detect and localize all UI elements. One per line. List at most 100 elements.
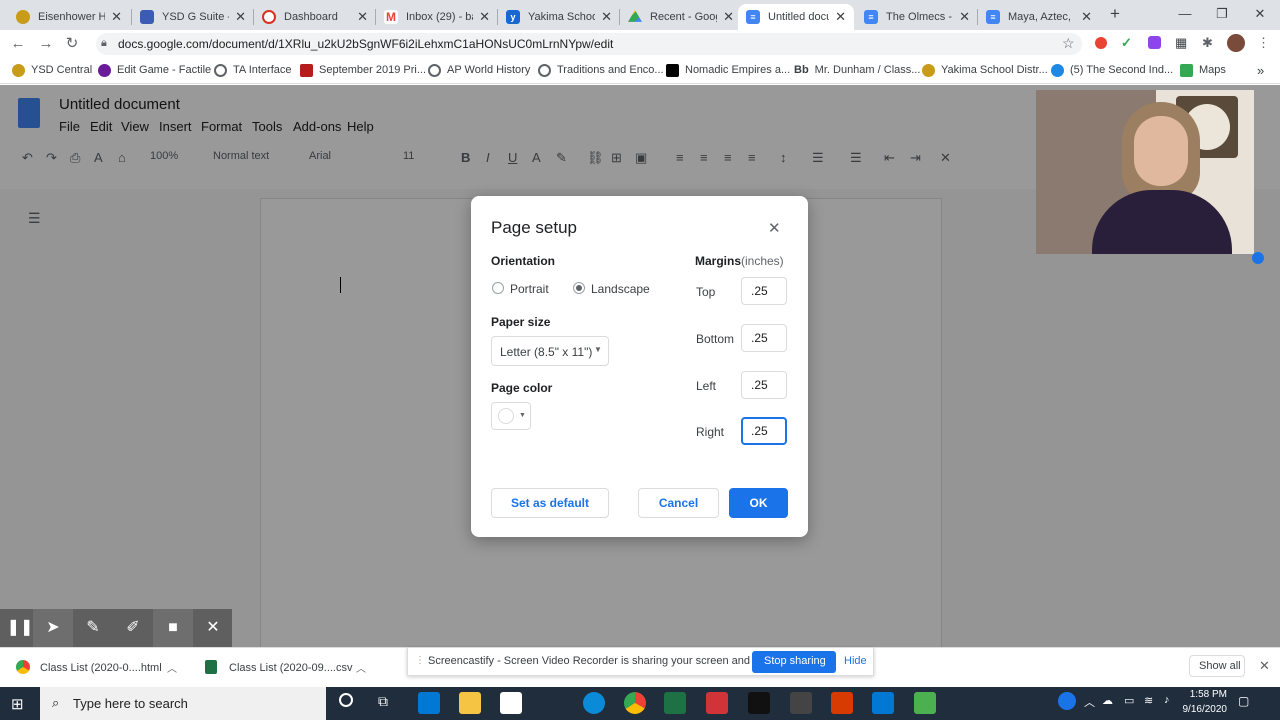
bookmark-item[interactable]: AP World History [428, 63, 530, 77]
settings-app-icon[interactable] [790, 692, 812, 714]
tray-chevron-icon[interactable]: ︿ [1084, 694, 1095, 710]
cortana-icon[interactable] [339, 693, 353, 707]
hide-button[interactable]: Hide [844, 655, 867, 667]
bookmark-item[interactable]: Maps [1180, 63, 1226, 77]
slides-icon: ≡ [864, 10, 878, 24]
left-margin-input[interactable]: .25 [741, 371, 787, 399]
app-icon[interactable] [914, 692, 936, 714]
top-margin-input[interactable]: .25 [741, 277, 787, 305]
bookmark-item[interactable]: YSD Central [12, 63, 92, 77]
bookmark-item[interactable]: Bb Mr. Dunham / Class... [794, 63, 920, 77]
minimize-button[interactable]: — [1170, 4, 1200, 24]
browser-tab[interactable]: Recent - Googl ✕ [620, 4, 742, 30]
show-all-label[interactable]: Show all [1199, 660, 1241, 672]
bookmark-item[interactable]: Traditions and Enco... [538, 63, 664, 77]
url-text[interactable]: docs.google.com/document/d/1XRlu_u2kU2bS… [118, 37, 613, 51]
camera-icon[interactable]: ■ [153, 609, 193, 647]
download-item[interactable]: Class List (2020-0....html [40, 662, 162, 674]
portrait-label[interactable]: Portrait [510, 282, 549, 296]
onedrive-icon[interactable]: ☁ [1102, 694, 1113, 707]
chevron-up-icon[interactable]: ︿ [356, 660, 366, 675]
puzzle-icon[interactable]: ✱ [1202, 35, 1213, 51]
tab-close-icon[interactable]: ✕ [601, 9, 612, 25]
excel-icon[interactable] [664, 692, 686, 714]
extension-icon[interactable] [1148, 36, 1161, 49]
download-item[interactable]: Class List (2020-09....csv [229, 662, 353, 674]
browser-tab[interactable]: Dashboard ✕ [254, 4, 376, 30]
close-toolbar-icon[interactable]: ✕ [193, 609, 233, 647]
bottom-margin-input[interactable]: .25 [741, 324, 787, 352]
bookmark-item[interactable]: (5) The Second Ind... [1051, 63, 1173, 77]
browser-tab[interactable]: ≡ The Olmecs - G ✕ [856, 4, 978, 30]
grid-extension-icon[interactable]: ▦ [1175, 35, 1187, 51]
file-explorer-icon[interactable] [459, 692, 481, 714]
notifications-icon[interactable]: ▢ [1238, 694, 1249, 708]
stop-sharing-label[interactable]: Stop sharing [764, 655, 826, 667]
bookmark-item[interactable]: Edit Game - Factile [98, 63, 211, 77]
more-bookmarks-icon[interactable]: » [1257, 63, 1264, 78]
close-icon[interactable]: ✕ [768, 219, 781, 237]
browser-tab[interactable]: Eisenhower Hig ✕ [8, 4, 130, 30]
task-view-icon[interactable]: ⧉ [378, 693, 388, 710]
office-icon[interactable] [831, 692, 853, 714]
extension-icon[interactable] [1095, 37, 1107, 49]
star-icon[interactable]: ☆ [1062, 35, 1075, 52]
cursor-icon[interactable]: ➤ [33, 609, 73, 647]
pen-icon[interactable]: ✎ [73, 609, 113, 647]
tab-title: Recent - Googl [650, 11, 718, 23]
windows-start-icon[interactable]: ⊞ [11, 695, 24, 713]
acrobat-icon[interactable] [706, 692, 728, 714]
edge-icon[interactable] [583, 692, 605, 714]
bookmark-item[interactable]: Nomadic Empires a... [666, 63, 790, 77]
tab-close-icon[interactable]: ✕ [959, 9, 970, 25]
taskbar-search-placeholder[interactable]: Type here to search [73, 696, 188, 711]
globe-icon [428, 63, 441, 77]
clock-time[interactable]: 1:58 PM [1187, 689, 1227, 700]
wifi-icon[interactable]: ≋ [1144, 694, 1153, 707]
check-extension-icon[interactable]: ✓ [1121, 35, 1132, 51]
set-as-default-button[interactable]: Set as default [491, 488, 609, 518]
browser-tab[interactable]: y Yakima School ✕ [498, 4, 620, 30]
tab-close-icon[interactable]: ✕ [1081, 9, 1092, 25]
window-close-button[interactable]: ✕ [1245, 4, 1275, 24]
browser-tab-active[interactable]: ≡ Untitled docum ✕ [738, 4, 854, 30]
publisher-icon[interactable] [872, 692, 894, 714]
clock-date[interactable]: 9/16/2020 [1181, 704, 1228, 715]
amazon-app-icon[interactable] [500, 692, 522, 714]
browser-tab[interactable]: M Inbox (29) - ba ✕ [376, 4, 498, 30]
landscape-label[interactable]: Landscape [591, 282, 650, 296]
netflix-icon[interactable] [748, 692, 770, 714]
landscape-radio[interactable] [573, 282, 585, 294]
menu-kebab-icon[interactable]: ⋮ [1257, 35, 1270, 51]
help-icon[interactable] [1058, 692, 1076, 710]
bookmark-item[interactable]: Yakima School Distr... [922, 63, 1048, 77]
profile-avatar[interactable] [1227, 34, 1245, 52]
tab-close-icon[interactable]: ✕ [235, 9, 246, 25]
tab-close-icon[interactable]: ✕ [835, 9, 846, 25]
volume-icon[interactable]: ♪ [1164, 694, 1170, 706]
new-tab-button[interactable]: + [1100, 4, 1130, 24]
chrome-icon[interactable] [624, 692, 646, 714]
tab-close-icon[interactable]: ✕ [723, 9, 734, 25]
close-downloads-icon[interactable]: ✕ [1259, 658, 1270, 674]
bookmark-item[interactable]: September 2019 Pri... [300, 63, 426, 77]
mail-app-icon[interactable] [418, 692, 440, 714]
browser-tab[interactable]: YSD G Suite - H ✕ [132, 4, 254, 30]
back-icon[interactable]: ← [8, 34, 28, 54]
tab-close-icon[interactable]: ✕ [111, 9, 122, 25]
bookmark-item[interactable]: TA Interface [214, 63, 292, 77]
chevron-up-icon[interactable]: ︿ [167, 660, 177, 675]
portrait-radio[interactable] [492, 282, 504, 294]
reload-icon[interactable]: ↻ [62, 34, 82, 54]
right-margin-input[interactable]: .25 [741, 417, 787, 445]
forward-icon[interactable]: → [36, 34, 56, 54]
browser-tab[interactable]: ≡ Maya, Aztec, In ✕ [978, 4, 1100, 30]
battery-icon[interactable]: ▭ [1124, 694, 1134, 707]
tab-close-icon[interactable]: ✕ [357, 9, 368, 25]
calendar-icon [300, 63, 313, 77]
restore-button[interactable]: ❐ [1207, 4, 1237, 24]
tab-close-icon[interactable]: ✕ [479, 9, 490, 25]
highlighter-icon[interactable]: ✐ [113, 609, 153, 647]
cancel-button[interactable]: Cancel [638, 488, 719, 518]
ok-button[interactable]: OK [729, 488, 788, 518]
